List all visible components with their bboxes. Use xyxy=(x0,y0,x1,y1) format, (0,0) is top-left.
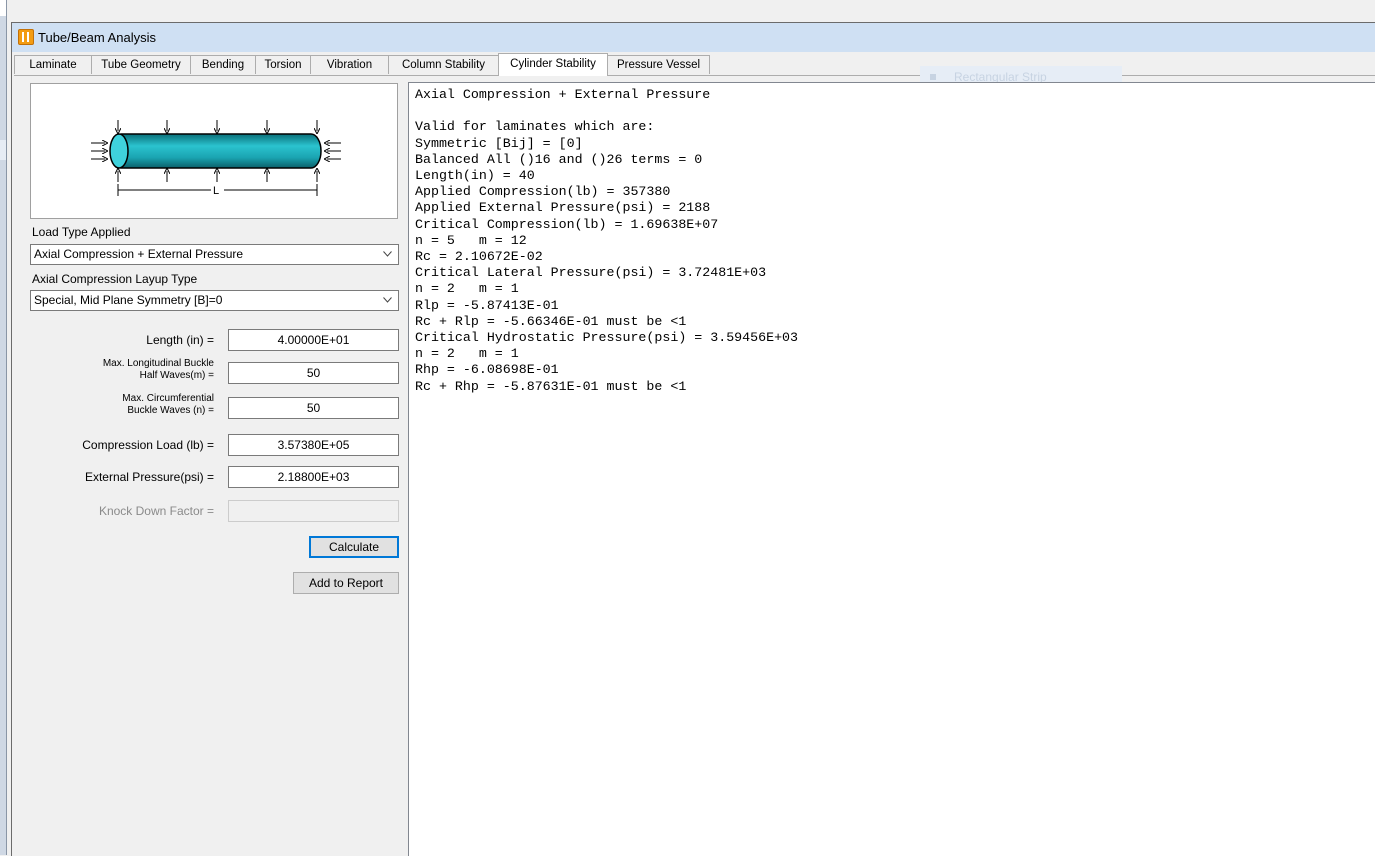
tube-body xyxy=(110,133,322,169)
result-line: n = 2 m = 1 xyxy=(415,281,519,297)
window-title: Tube/Beam Analysis xyxy=(38,30,157,45)
load-type-select[interactable]: Axial Compression + External Pressure xyxy=(30,244,399,265)
result-line: Axial Compression + External Pressure xyxy=(415,87,711,102)
result-line: Rc + Rhp = -5.87631E-01 must be <1 xyxy=(415,378,687,394)
chevron-down-icon xyxy=(383,297,392,303)
tube-beam-analysis-window: Tube/Beam Analysis Laminate Tube Geometr… xyxy=(11,22,1375,856)
knock-down-factor-input xyxy=(228,500,399,522)
app-icon xyxy=(18,29,34,45)
layup-type-value: Special, Mid Plane Symmetry [B]=0 xyxy=(34,293,223,307)
tab-torsion[interactable]: Torsion xyxy=(255,55,311,74)
external-pressure-input[interactable]: 2.18800E+03 xyxy=(228,466,399,488)
ghost-bullet-icon xyxy=(930,74,936,80)
layup-type-label: Axial Compression Layup Type xyxy=(32,272,198,286)
length-field-label: Length (in) = xyxy=(146,333,214,347)
length-label: L xyxy=(213,185,219,197)
top-pressure-arrows xyxy=(118,120,317,131)
results-output[interactable]: Axial Compression + External Pressure Va… xyxy=(408,82,1375,856)
cylinder-load-diagram: L xyxy=(30,83,398,219)
result-line: n = 2 m = 1 xyxy=(415,346,519,362)
tab-laminate[interactable]: Laminate xyxy=(14,55,92,74)
result-line: Critical Compression(lb) = 1.69638E+07 xyxy=(415,216,719,232)
tube-end-cap xyxy=(109,133,129,169)
result-line: Rlp = -5.87413E-01 xyxy=(415,297,559,313)
compression-load-input[interactable]: 3.57380E+05 xyxy=(228,434,399,456)
result-line: Critical Hydrostatic Pressure(psi) = 3.5… xyxy=(415,330,799,346)
max-circumferential-waves-input[interactable]: 50 xyxy=(228,397,399,419)
result-line: Balanced All ()16 and ()26 terms = 0 xyxy=(415,151,703,167)
right-axial-arrows xyxy=(327,143,341,159)
max-long-label-line2: Half Waves(m) = xyxy=(139,370,214,381)
max-circ-label: Max. Circumferential Buckle Waves (n) = xyxy=(42,393,214,417)
input-panel: L Load Type Applied Axial Compression + … xyxy=(12,76,406,856)
result-line: Rhp = -6.08698E-01 xyxy=(415,362,559,378)
result-line: Length(in) = 40 xyxy=(415,168,535,184)
result-line: Critical Lateral Pressure(psi) = 3.72481… xyxy=(415,265,767,281)
left-axial-arrows xyxy=(91,143,105,159)
results-text: Axial Compression + External Pressure Va… xyxy=(409,83,1375,395)
knock-down-factor-label: Knock Down Factor = xyxy=(98,504,214,518)
result-line: Valid for laminates which are: xyxy=(415,119,655,135)
title-bar[interactable]: Tube/Beam Analysis xyxy=(12,23,1375,52)
max-long-label-line1: Max. Longitudinal Buckle xyxy=(102,358,214,369)
tab-tube-geometry[interactable]: Tube Geometry xyxy=(91,55,191,74)
result-line: Rc = 2.10672E-02 xyxy=(415,249,543,265)
tab-cylinder-stability[interactable]: Cylinder Stability xyxy=(498,53,608,76)
result-line: Rc + Rlp = -5.66346E-01 must be <1 xyxy=(415,313,687,329)
max-longitudinal-waves-input[interactable]: 50 xyxy=(228,362,399,384)
chevron-down-icon xyxy=(383,251,392,257)
tab-bending[interactable]: Bending xyxy=(190,55,256,74)
add-to-report-button[interactable]: Add to Report xyxy=(293,572,399,594)
compression-load-label: Compression Load (lb) = xyxy=(82,438,214,452)
result-line: Applied External Pressure(psi) = 2188 xyxy=(415,200,711,216)
tab-column-stability[interactable]: Column Stability xyxy=(388,55,499,74)
tab-pressure-vessel[interactable]: Pressure Vessel xyxy=(607,55,710,74)
result-line: Symmetric [Bij] = [0] xyxy=(415,135,583,151)
background-window-edge xyxy=(0,0,7,855)
result-line: Applied Compression(lb) = 357380 xyxy=(415,184,671,200)
calculate-button[interactable]: Calculate xyxy=(309,536,399,558)
tab-strip: Laminate Tube Geometry Bending Torsion V… xyxy=(14,53,1375,76)
max-circ-label-line1: Max. Circumferential xyxy=(122,393,214,404)
max-long-label: Max. Longitudinal Buckle Half Waves(m) = xyxy=(42,358,214,382)
load-type-label: Load Type Applied xyxy=(32,225,131,239)
length-input[interactable]: 4.00000E+01 xyxy=(228,329,399,351)
cylinder-diagram-svg: L xyxy=(91,120,341,197)
layup-type-select[interactable]: Special, Mid Plane Symmetry [B]=0 xyxy=(30,290,399,311)
bottom-pressure-arrows xyxy=(118,171,317,182)
load-type-value: Axial Compression + External Pressure xyxy=(34,247,244,261)
result-line: n = 5 m = 12 xyxy=(415,232,527,248)
external-pressure-label: External Pressure(psi) = xyxy=(84,470,214,484)
max-circ-label-line2: Buckle Waves (n) = xyxy=(127,405,214,416)
tab-vibration[interactable]: Vibration xyxy=(310,55,389,74)
